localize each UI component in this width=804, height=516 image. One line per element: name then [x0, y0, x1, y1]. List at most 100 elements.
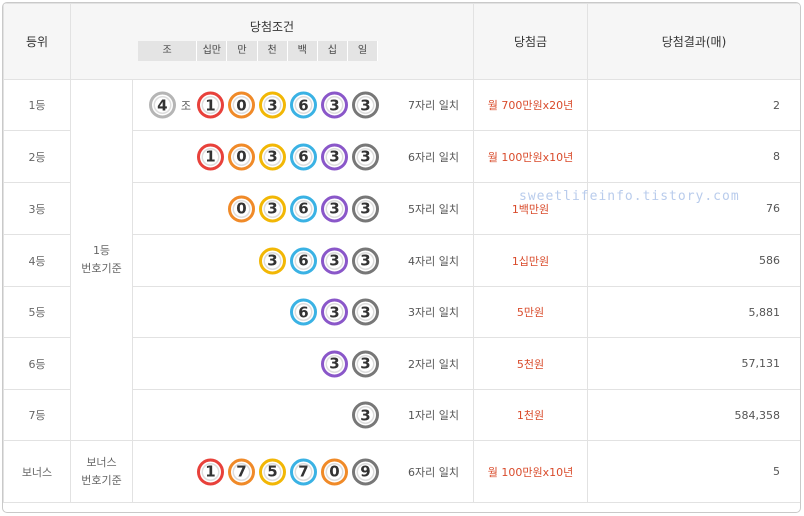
winning-number-cell: 1 7 5 7 0 9 6자리 일치 [132, 440, 474, 503]
match-count-label: 7자리 일치 [408, 99, 459, 112]
match-count-label: 3자리 일치 [408, 306, 459, 319]
basis-main-cell: 1등번호기준 [70, 79, 133, 441]
number-ball: 3 [352, 350, 379, 377]
unit-man: 만 [227, 41, 258, 61]
rank-cell: 3등 [3, 182, 71, 235]
number-ball: 6 [290, 195, 317, 222]
number-ball: 0 [321, 458, 348, 485]
number-ball: 3 [321, 91, 348, 119]
number-ball: 3 [352, 195, 379, 222]
number-ball-row: 175709 [197, 458, 379, 485]
number-ball: 3 [259, 247, 286, 274]
number-ball: 3 [352, 298, 379, 326]
winning-number-cell: 3 1자리 일치 [132, 389, 474, 441]
match-count-label: 5자리 일치 [408, 202, 459, 216]
rank-cell: 2등 [3, 130, 71, 183]
match-count-label: 1자리 일치 [408, 409, 459, 422]
basis-bonus-line1: 보너스 [86, 455, 117, 469]
basis-main-line1: 1등 [92, 244, 111, 257]
number-ball: 1 [197, 91, 224, 119]
unit-cheon: 천 [257, 41, 288, 61]
match-count-label: 4자리 일치 [408, 254, 459, 268]
jo-label: 조 [180, 99, 191, 112]
number-ball-row: 4조103633 [148, 91, 379, 119]
winning-number-cell: 4 조 1 0 3 6 3 3 7자리 일치 [132, 79, 474, 131]
number-ball: 3 [321, 298, 348, 326]
winner-count-cell: 5 [587, 440, 800, 503]
number-ball-row: 3 [352, 401, 379, 429]
winner-count-cell: 5,881 [587, 286, 800, 338]
number-ball: 7 [290, 458, 317, 485]
number-ball: 3 [352, 401, 379, 429]
winning-number-cell: 0 3 6 3 3 5자리 일치 [132, 182, 474, 235]
number-ball: 5 [259, 458, 286, 485]
number-ball: 9 [352, 458, 379, 485]
number-ball: 3 [259, 195, 286, 222]
number-ball: 3 [352, 247, 379, 274]
unit-baek: 백 [287, 41, 318, 61]
winner-count-cell: 2 [587, 79, 800, 131]
basis-bonus-line2: 번호기준 [81, 473, 122, 487]
lottery-result-table-frame: 등위 당첨조건 조 십만 만 천 백 십 일 당첨금 당첨결과(매) 1등 1등… [2, 2, 801, 513]
rank-cell: 4등 [3, 234, 71, 287]
winner-count-cell: 8 [587, 130, 800, 183]
number-ball-row: 633 [290, 298, 379, 326]
number-ball: 7 [228, 458, 255, 485]
unit-il: 일 [347, 41, 378, 61]
prize-cell: 5천원 [473, 337, 588, 390]
jo-ball: 4 [148, 91, 176, 119]
number-ball: 3 [352, 91, 379, 119]
winning-number-cell: 3 6 3 3 4자리 일치 [132, 234, 474, 287]
prize-cell: 월 100만원x10년 [473, 130, 588, 183]
winner-count-cell: 586 [587, 234, 800, 287]
basis-main-line2: 번호기준 [81, 262, 122, 275]
header-result: 당첨결과(매) [587, 3, 800, 80]
number-ball: 3 [321, 247, 348, 274]
number-ball: 3 [259, 143, 286, 170]
header-prize: 당첨금 [473, 3, 588, 80]
table-row: 1등 1등 번호기준 4 조 1 0 3 6 3 3 7자리 일치 월 700만원x20년 2 [3, 79, 800, 441]
number-ball: 0 [228, 91, 255, 119]
number-ball: 3 [352, 143, 379, 170]
watermark: sweetlifeinfo.tistory.com [519, 189, 740, 204]
match-count-label: 2자리 일치 [408, 357, 459, 371]
prize-cell: 1십만원 [473, 234, 588, 287]
rank-cell: 6등 [3, 337, 71, 390]
winner-count-cell: 57,131 [587, 337, 800, 390]
match-count-label: 6자리 일치 [408, 150, 459, 164]
prize-cell: 1천원 [473, 389, 588, 441]
header-rank: 등위 [3, 3, 71, 80]
lottery-result-table: 등위 당첨조건 조 십만 만 천 백 십 일 당첨금 당첨결과(매) 1등 1등… [3, 3, 800, 503]
number-ball: 0 [228, 143, 255, 170]
header-condition-label: 당첨조건 [249, 20, 295, 34]
number-ball: 3 [321, 143, 348, 170]
number-ball: 6 [290, 91, 317, 119]
digit-unit-header: 조 십만 만 천 백 십 일 [138, 41, 378, 61]
rank-cell: 보너스 [3, 440, 71, 503]
unit-sipman: 십만 [197, 41, 228, 61]
number-ball: 6 [290, 143, 317, 170]
unit-sip: 십 [317, 41, 348, 61]
number-ball: 6 [290, 298, 317, 326]
rank-cell: 5등 [3, 286, 71, 338]
table-row: 보너스 보너스 번호기준 1 7 5 7 0 9 6자리 일치 월 100만원x10년 5 [3, 440, 800, 503]
number-ball-row: 3633 [259, 247, 379, 274]
number-ball-row: 103633 [197, 143, 379, 170]
winning-number-cell: 6 3 3 3자리 일치 [132, 286, 474, 338]
winning-number-cell: 3 3 2자리 일치 [132, 337, 474, 390]
number-ball: 3 [321, 350, 348, 377]
rank-cell: 7등 [3, 389, 71, 441]
rank-cell: 1등 [3, 79, 71, 131]
match-count-label: 6자리 일치 [408, 465, 459, 479]
number-ball-row: 33 [321, 350, 379, 377]
winner-count-cell: 584,358 [587, 389, 800, 441]
prize-cell: 월 700만원x20년 [473, 79, 588, 131]
number-ball: 1 [197, 143, 224, 170]
prize-cell: 월 100만원x10년 [473, 440, 588, 503]
number-ball: 6 [290, 247, 317, 274]
result-rows: 1등 1등 번호기준 4 조 1 0 3 6 3 3 7자리 일치 월 700만원x20년 2 2등 1 0 3 6… [3, 79, 800, 503]
number-ball-row: 03633 [228, 195, 379, 222]
unit-jo: 조 [138, 41, 198, 61]
winning-number-cell: 1 0 3 6 3 3 6자리 일치 [132, 130, 474, 183]
prize-cell: 5만원 [473, 286, 588, 338]
